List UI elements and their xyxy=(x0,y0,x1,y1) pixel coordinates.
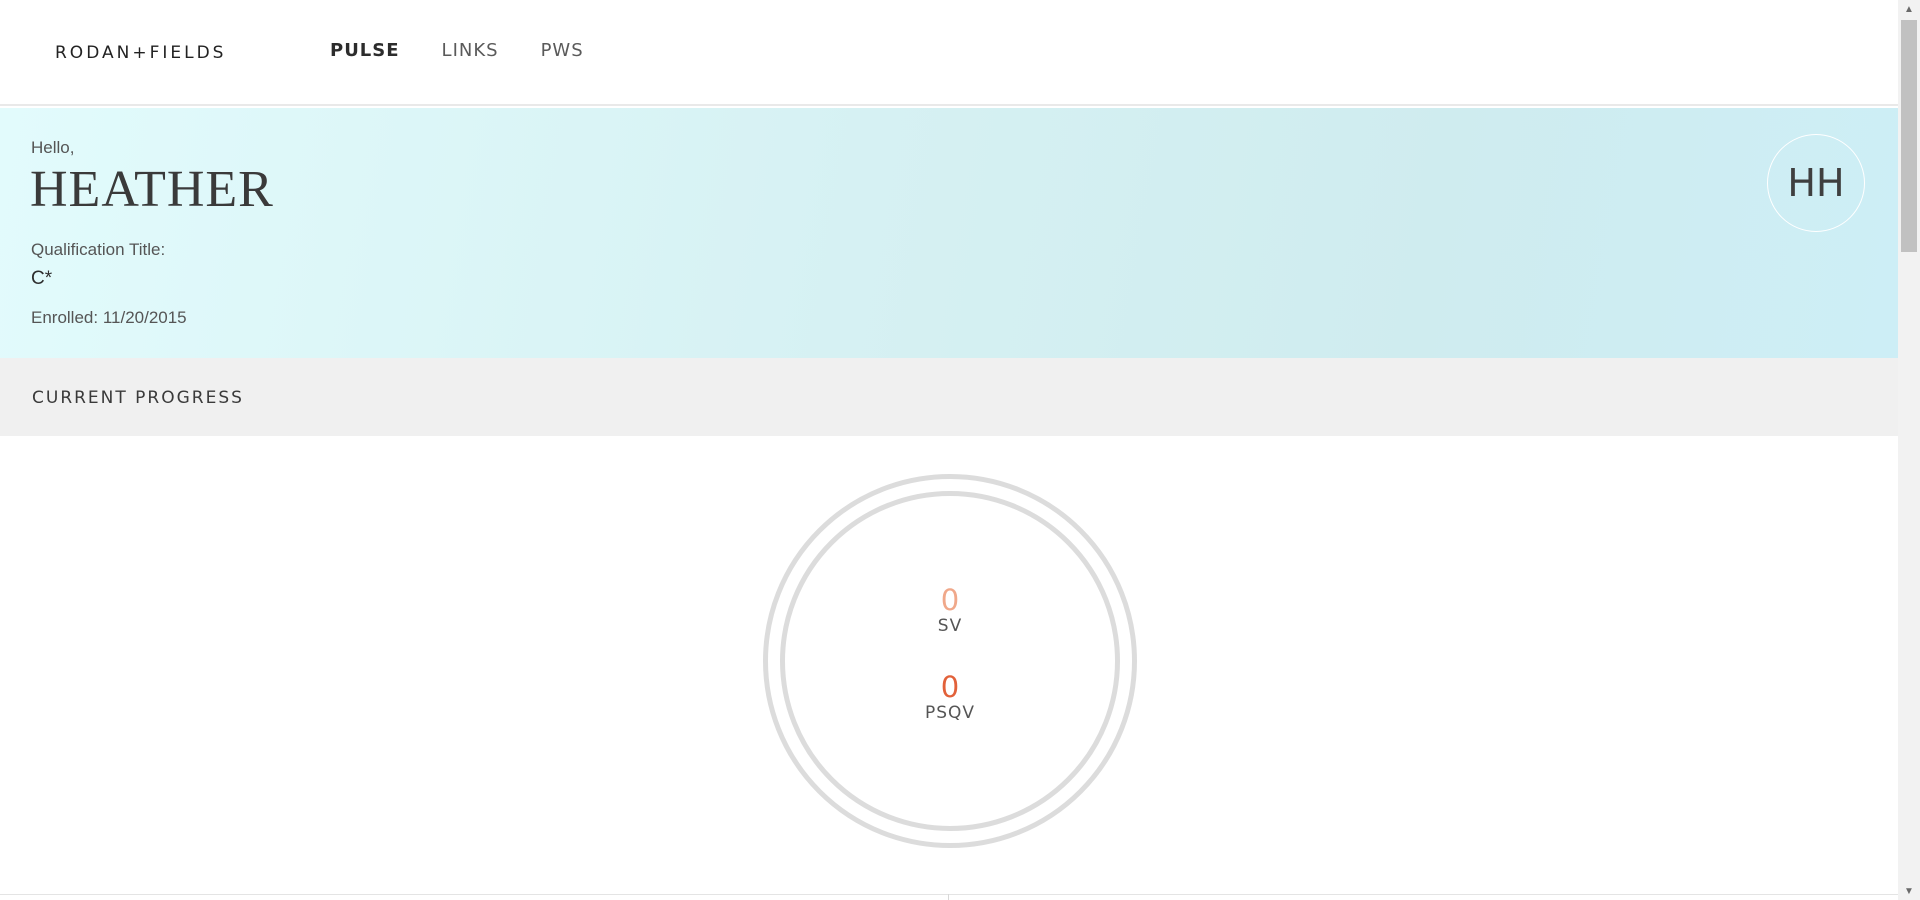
avatar[interactable]: HH xyxy=(1767,134,1865,232)
scrollbar-thumb[interactable] xyxy=(1901,20,1917,252)
triangle-up-icon[interactable]: ▲ xyxy=(1898,0,1920,18)
triangle-down-icon[interactable]: ▼ xyxy=(1898,882,1920,900)
bottom-divider xyxy=(0,894,1898,895)
sv-value: 0 xyxy=(940,583,960,617)
column-divider xyxy=(948,894,949,900)
user-name: HEATHER xyxy=(30,161,274,218)
top-navigation-bar: RODAN+FIELDS PULSE LINKS PWS xyxy=(0,0,1898,106)
section-title: CURRENT PROGRESS xyxy=(32,388,244,408)
main-nav: PULSE LINKS PWS xyxy=(330,40,626,61)
nav-item-pulse[interactable]: PULSE xyxy=(330,40,400,61)
psqv-stat: 0 PSQV xyxy=(850,671,1050,723)
nav-item-pws[interactable]: PWS xyxy=(541,40,584,61)
psqv-label: PSQV xyxy=(924,703,976,723)
qualification-title-label: Qualification Title: xyxy=(31,240,166,259)
psqv-value: 0 xyxy=(940,670,960,704)
vertical-scrollbar[interactable]: ▲ ▼ xyxy=(1898,0,1920,900)
welcome-hero: Hello, HEATHER Qualification Title: C* E… xyxy=(0,108,1898,358)
current-progress-header: CURRENT PROGRESS xyxy=(0,358,1898,436)
sv-stat: 0 SV xyxy=(850,584,1050,636)
nav-item-links[interactable]: LINKS xyxy=(442,40,499,61)
progress-ring-inner xyxy=(780,491,1120,831)
pulse-dashboard: RODAN+FIELDS PULSE LINKS PWS Hello, HEAT… xyxy=(0,0,1898,900)
brand-logo[interactable]: RODAN+FIELDS xyxy=(55,43,226,63)
enrolled-date: Enrolled: 11/20/2015 xyxy=(31,308,187,327)
greeting-text: Hello, xyxy=(31,138,75,157)
qualification-title-value: C* xyxy=(31,268,53,289)
sv-label: SV xyxy=(937,616,963,636)
